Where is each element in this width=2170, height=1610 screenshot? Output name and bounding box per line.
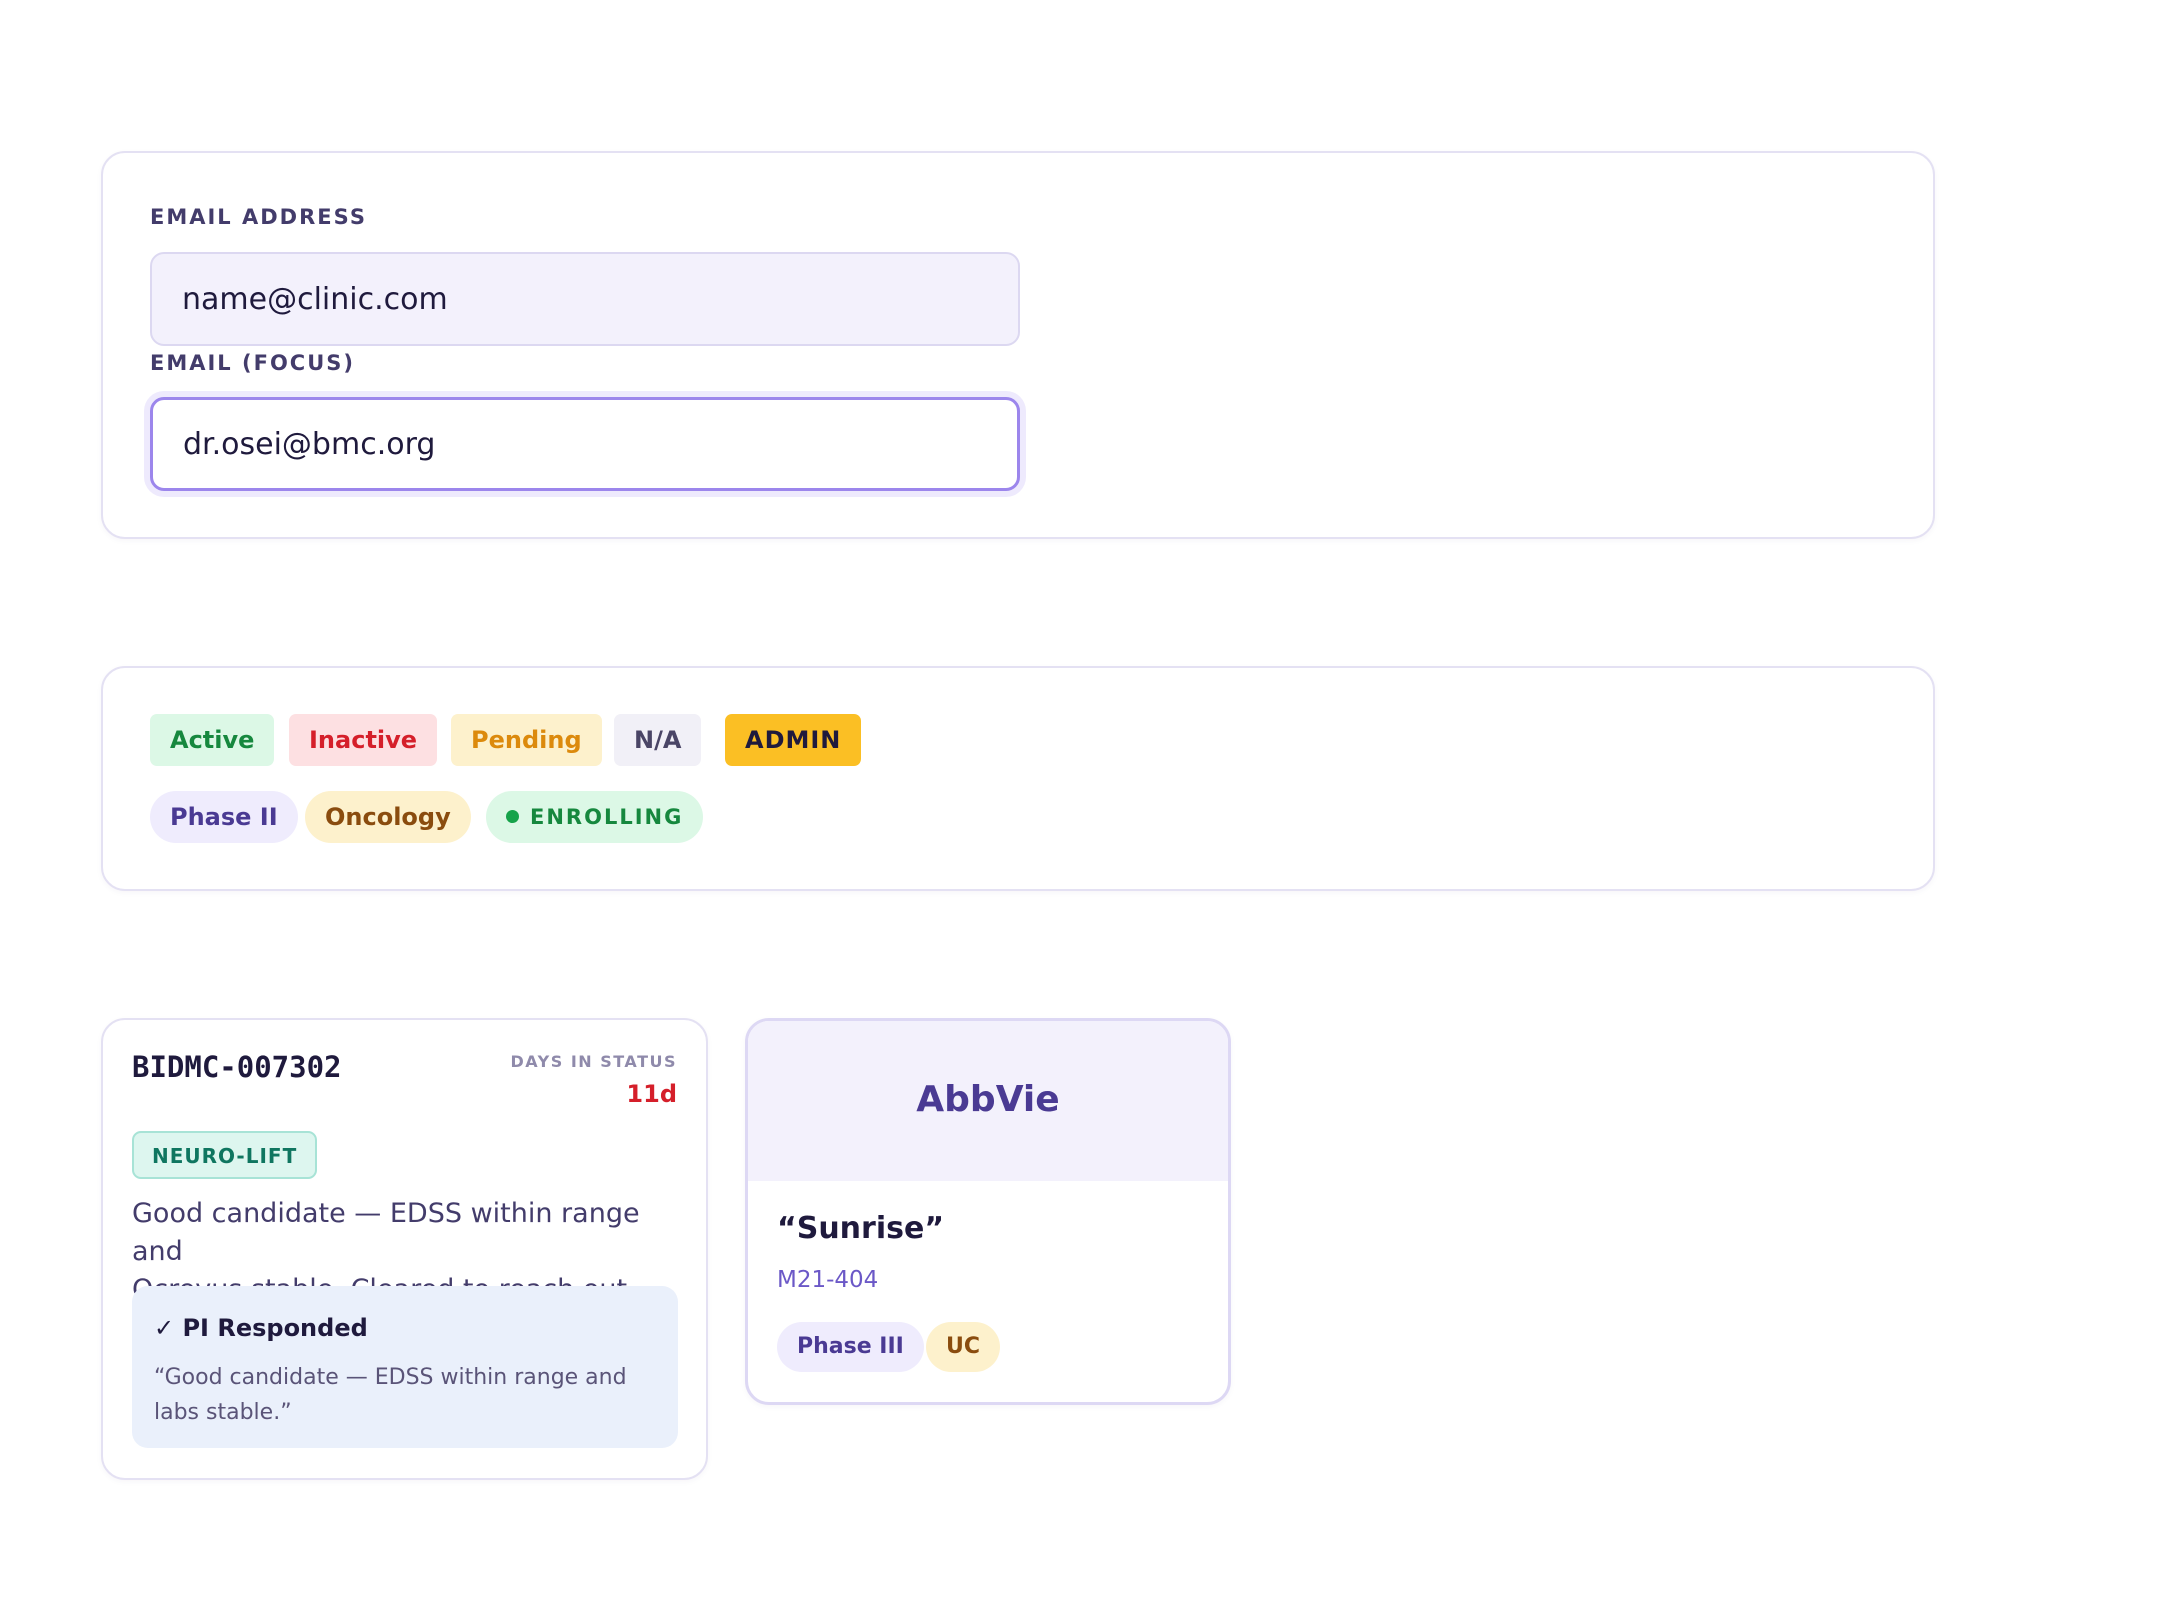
email-focus-label: EMAIL (FOCUS)	[150, 351, 355, 375]
pill-phase-iii: Phase III	[777, 1322, 924, 1372]
badges-panel: Active Inactive Pending N/A ADMIN Phase …	[101, 666, 1935, 891]
study-code: M21-404	[777, 1267, 879, 1293]
days-in-status-value: 11d	[626, 1080, 677, 1108]
study-name: “Sunrise”	[777, 1211, 945, 1246]
badge-admin: ADMIN	[725, 714, 862, 766]
pi-response-box: ✓ PI Responded “Good candidate — EDSS wi…	[132, 1286, 678, 1448]
candidate-card[interactable]: BIDMC-007302 DAYS IN STATUS 11d NEURO-LI…	[101, 1018, 708, 1480]
pill-enrolling: ENROLLING	[486, 791, 704, 843]
sponsor-study-card[interactable]: AbbVie “Sunrise” M21-404 Phase III UC	[745, 1018, 1231, 1405]
pill-oncology: Oncology	[305, 791, 471, 843]
candidate-id: BIDMC-007302	[132, 1050, 342, 1084]
status-dot-icon	[506, 810, 519, 823]
study-tag-badge: NEURO-LIFT	[132, 1131, 318, 1179]
pill-indication: UC	[926, 1322, 1001, 1372]
email-address-label: EMAIL ADDRESS	[150, 205, 367, 229]
sponsor-name: AbbVie	[916, 1079, 1060, 1120]
pi-response-title: PI Responded	[182, 1314, 368, 1342]
days-in-status-label: DAYS IN STATUS	[510, 1052, 677, 1071]
email-form-panel: EMAIL ADDRESS EMAIL (FOCUS)	[101, 151, 1935, 539]
pill-enrolling-label: ENROLLING	[530, 805, 684, 829]
pi-response-quote-line-2: labs stable.”	[154, 1400, 292, 1425]
email-address-input[interactable]	[150, 252, 1020, 346]
check-icon: ✓	[154, 1314, 175, 1342]
email-focus-input[interactable]	[150, 397, 1020, 491]
pi-response-quote: “Good candidate — EDSS within range and …	[154, 1360, 627, 1430]
badge-pending: Pending	[451, 714, 602, 766]
candidate-note-line-1: Good candidate — EDSS within range and	[132, 1198, 640, 1267]
pi-response-quote-line-1: “Good candidate — EDSS within range and	[154, 1365, 627, 1390]
badge-na: N/A	[614, 714, 702, 766]
badge-active: Active	[150, 714, 275, 766]
badge-inactive: Inactive	[289, 714, 438, 766]
sponsor-header: AbbVie	[748, 1021, 1228, 1181]
pill-phase-ii: Phase II	[150, 791, 298, 843]
pi-response-header: ✓ PI Responded	[154, 1314, 368, 1342]
